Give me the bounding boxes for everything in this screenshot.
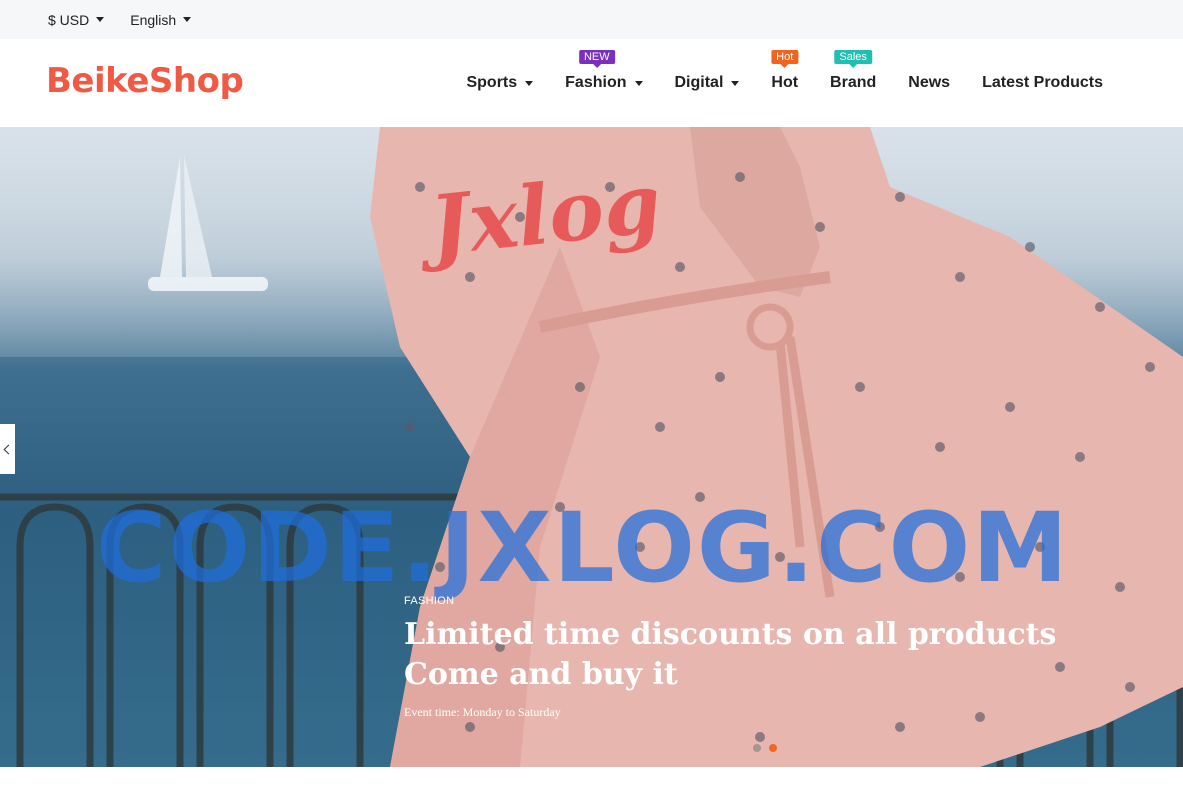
chevron-down-icon bbox=[634, 80, 643, 86]
nav-item-label: Brand bbox=[830, 74, 877, 91]
chevron-left-icon bbox=[3, 444, 14, 454]
site-logo[interactable]: BeikeShop bbox=[46, 61, 244, 101]
nav-item-label: Sports bbox=[466, 74, 518, 91]
slide-tag: FASHION bbox=[404, 595, 455, 607]
nav-item-label: Fashion bbox=[565, 74, 627, 91]
currency-label: $ USD bbox=[48, 11, 90, 28]
nav-item-sports[interactable]: Sports bbox=[466, 74, 534, 92]
slide-caption: FASHION Limited time discounts on all pr… bbox=[404, 595, 1056, 720]
main-nav: Sports Fashion NEW Digital Hot Hot Brand Sales N… bbox=[434, 39, 1103, 127]
nav-item-label: Latest Products bbox=[982, 74, 1103, 91]
nav-item-latest-products[interactable]: Latest Products bbox=[982, 74, 1103, 92]
currency-selector[interactable]: $ USD bbox=[48, 11, 105, 28]
slider-pagination bbox=[753, 744, 785, 752]
slider-dot[interactable] bbox=[753, 744, 761, 752]
slide-title: Limited time discounts on all products C… bbox=[404, 615, 1056, 695]
nav-badge: Sales bbox=[834, 50, 872, 64]
language-label: English bbox=[130, 11, 177, 28]
nav-item-news[interactable]: News bbox=[908, 74, 950, 92]
chevron-down-icon bbox=[183, 17, 192, 22]
nav-item-label: Hot bbox=[771, 74, 799, 91]
nav-badge: Hot bbox=[771, 50, 799, 64]
nav-item-digital[interactable]: Digital bbox=[675, 74, 740, 92]
site-header: BeikeShop Sports Fashion NEW Digital Hot Hot B… bbox=[0, 39, 1183, 127]
chevron-down-icon bbox=[525, 80, 534, 86]
nav-item-label: News bbox=[908, 74, 951, 91]
slider-dot[interactable] bbox=[769, 744, 777, 752]
top-bar: $ USD English bbox=[0, 0, 1183, 39]
nav-item-brand[interactable]: Brand Sales bbox=[830, 50, 877, 92]
nav-item-hot[interactable]: Hot Hot bbox=[771, 50, 799, 92]
hero-slider: Jxlog CODE.JXLOG.COM FASHION Limited tim… bbox=[0, 127, 1183, 767]
language-selector[interactable]: English bbox=[130, 11, 192, 28]
slider-prev-button[interactable] bbox=[0, 424, 15, 474]
slide-subtitle: Event time: Monday to Saturday bbox=[404, 705, 561, 719]
chevron-down-icon bbox=[96, 17, 105, 22]
slide-title-line-1: Limited time discounts on all products bbox=[404, 617, 1057, 652]
watermark-text: CODE.JXLOG.COM bbox=[96, 492, 1070, 604]
chevron-down-icon bbox=[731, 80, 740, 86]
nav-item-label: Digital bbox=[674, 74, 724, 91]
nav-item-fashion[interactable]: Fashion NEW bbox=[565, 50, 643, 92]
nav-badge: NEW bbox=[578, 50, 615, 64]
slide-title-line-2: Come and buy it bbox=[404, 657, 678, 692]
